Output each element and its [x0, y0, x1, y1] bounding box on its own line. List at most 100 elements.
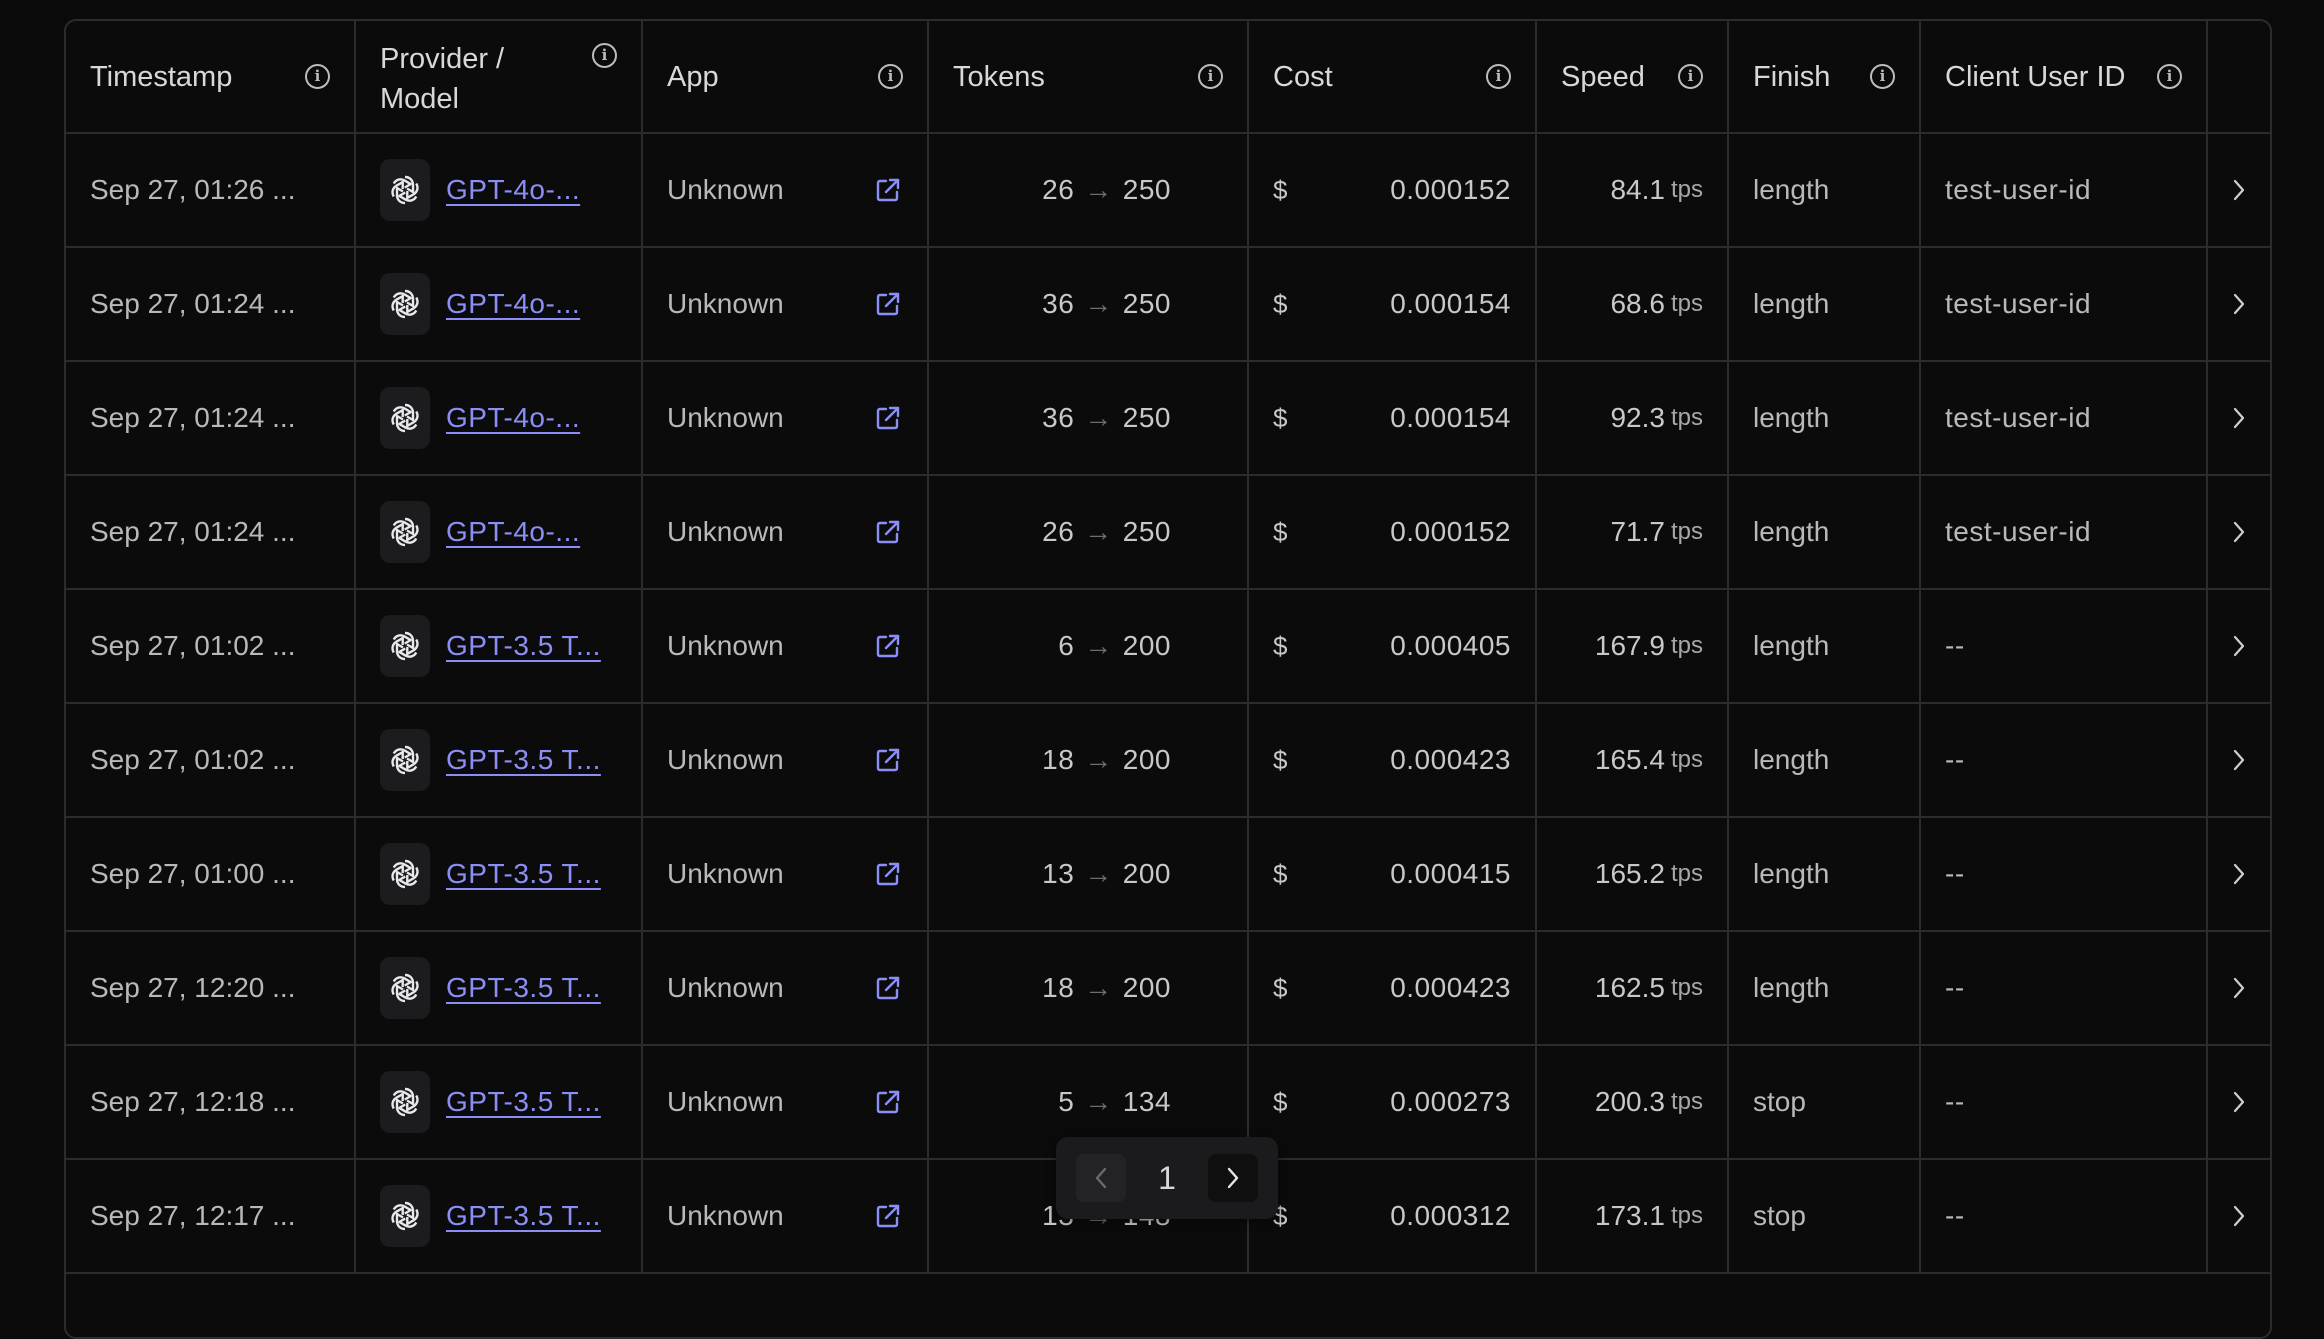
chevron-right-icon[interactable]	[2230, 746, 2248, 774]
info-icon[interactable]: i	[1678, 64, 1703, 89]
speed-value: 165.4	[1594, 744, 1665, 775]
client-cell: test-user-id	[1921, 476, 2208, 588]
currency-symbol: $	[1273, 630, 1288, 661]
chevron-right-icon[interactable]	[2230, 1202, 2248, 1230]
expand-cell[interactable]	[2208, 1046, 2270, 1158]
cost-cell: $0.000423	[1249, 932, 1537, 1044]
header-timestamp[interactable]: Timestamp i	[66, 21, 356, 132]
chevron-right-icon[interactable]	[2230, 1088, 2248, 1116]
expand-cell[interactable]	[2208, 704, 2270, 816]
tokens-in: 13	[1042, 858, 1075, 889]
pagination: 1	[1056, 1137, 1278, 1219]
external-link-icon[interactable]	[873, 403, 903, 433]
info-icon[interactable]: i	[1198, 64, 1223, 89]
expand-cell[interactable]	[2208, 590, 2270, 702]
table-row[interactable]: Sep 27, 01:24 ... GPT-4o-... Unknown 36 → 250…	[66, 248, 2270, 362]
model-link[interactable]: GPT-4o-...	[446, 516, 580, 548]
header-finish[interactable]: Finish i	[1729, 21, 1921, 132]
model-link[interactable]: GPT-3.5 T...	[446, 858, 601, 890]
expand-cell[interactable]	[2208, 818, 2270, 930]
external-link-icon[interactable]	[873, 1201, 903, 1231]
timestamp-cell: Sep 27, 12:17 ...	[66, 1160, 356, 1272]
speed-unit: tps	[1670, 404, 1703, 431]
next-page-button[interactable]	[1207, 1154, 1258, 1202]
info-icon[interactable]: i	[592, 43, 617, 68]
header-tokens[interactable]: Tokens i	[929, 21, 1249, 132]
header-cost[interactable]: Cost i	[1249, 21, 1537, 132]
external-link-icon[interactable]	[873, 1087, 903, 1117]
app-text: Unknown	[667, 858, 784, 889]
timestamp-cell: Sep 27, 01:02 ...	[66, 590, 356, 702]
external-link-icon[interactable]	[873, 859, 903, 889]
external-link-icon[interactable]	[873, 175, 903, 205]
model-link[interactable]: GPT-3.5 T...	[446, 1086, 601, 1118]
openai-logo-icon	[391, 859, 419, 889]
header-model[interactable]: Provider / Model i	[356, 21, 643, 132]
external-link-icon[interactable]	[873, 517, 903, 547]
provider-badge	[380, 273, 430, 335]
table-row[interactable]: Sep 27, 01:02 ... GPT-3.5 T... Unknown 18 → 2…	[66, 704, 2270, 818]
speed-unit: tps	[1670, 974, 1703, 1001]
chevron-right-icon[interactable]	[2230, 860, 2248, 888]
header-speed-label: Speed	[1561, 60, 1645, 93]
chevron-right-icon[interactable]	[2230, 176, 2248, 204]
model-link[interactable]: GPT-4o-...	[446, 288, 580, 320]
expand-cell[interactable]	[2208, 932, 2270, 1044]
finish-text: stop	[1753, 1200, 1806, 1231]
client-cell: --	[1921, 704, 2208, 816]
header-app[interactable]: App i	[643, 21, 929, 132]
chevron-right-icon[interactable]	[2230, 404, 2248, 432]
cost-cell: $0.000423	[1249, 704, 1537, 816]
app-cell: Unknown	[643, 932, 929, 1044]
header-speed[interactable]: Speed i	[1537, 21, 1729, 132]
app-text: Unknown	[667, 1200, 784, 1231]
info-icon[interactable]: i	[1486, 64, 1511, 89]
header-app-label: App	[667, 60, 719, 93]
external-link-icon[interactable]	[873, 973, 903, 1003]
finish-text: length	[1753, 630, 1830, 661]
table-row[interactable]: Sep 27, 01:00 ... GPT-3.5 T... Unknown 13 → 2…	[66, 818, 2270, 932]
expand-cell[interactable]	[2208, 476, 2270, 588]
provider-badge	[380, 501, 430, 563]
expand-cell[interactable]	[2208, 362, 2270, 474]
chevron-right-icon[interactable]	[2230, 290, 2248, 318]
external-link-icon[interactable]	[873, 745, 903, 775]
timestamp-text: Sep 27, 01:24 ...	[90, 288, 296, 319]
current-page: 1	[1158, 1159, 1176, 1196]
prev-page-button[interactable]	[1076, 1154, 1126, 1202]
info-icon[interactable]: i	[878, 64, 903, 89]
table-row[interactable]: Sep 27, 01:24 ... GPT-4o-... Unknown 26 → 250…	[66, 476, 2270, 590]
table-row[interactable]: Sep 27, 01:02 ... GPT-3.5 T... Unknown 6 → 20…	[66, 590, 2270, 704]
chevron-right-icon[interactable]	[2230, 518, 2248, 546]
chevron-right-icon[interactable]	[2230, 632, 2248, 660]
model-link[interactable]: GPT-3.5 T...	[446, 744, 601, 776]
app-cell: Unknown	[643, 704, 929, 816]
app-text: Unknown	[667, 1086, 784, 1117]
model-link[interactable]: GPT-3.5 T...	[446, 630, 601, 662]
expand-cell[interactable]	[2208, 1160, 2270, 1272]
arrow-right-icon: →	[1084, 288, 1113, 319]
info-icon[interactable]: i	[1870, 64, 1895, 89]
model-link[interactable]: GPT-3.5 T...	[446, 972, 601, 1004]
model-link[interactable]: GPT-4o-...	[446, 402, 580, 434]
currency-symbol: $	[1273, 858, 1288, 889]
expand-cell[interactable]	[2208, 248, 2270, 360]
client-text: --	[1945, 630, 1965, 661]
timestamp-text: Sep 27, 01:24 ...	[90, 516, 296, 547]
model-link[interactable]: GPT-3.5 T...	[446, 1200, 601, 1232]
table-row[interactable]: Sep 27, 01:24 ... GPT-4o-... Unknown 36 → 250…	[66, 362, 2270, 476]
timestamp-text: Sep 27, 12:17 ...	[90, 1200, 296, 1231]
table-row[interactable]: Sep 27, 12:20 ... GPT-3.5 T... Unknown 18 → 2…	[66, 932, 2270, 1046]
external-link-icon[interactable]	[873, 631, 903, 661]
tokens-cell: 26 → 250	[929, 134, 1249, 246]
header-client[interactable]: Client User ID i	[1921, 21, 2208, 132]
chevron-right-icon[interactable]	[2230, 974, 2248, 1002]
table-row[interactable]: Sep 27, 01:26 ... GPT-4o-... Unknown 26 → 250…	[66, 134, 2270, 248]
model-cell: GPT-4o-...	[356, 476, 643, 588]
provider-badge	[380, 615, 430, 677]
expand-cell[interactable]	[2208, 134, 2270, 246]
model-link[interactable]: GPT-4o-...	[446, 174, 580, 206]
external-link-icon[interactable]	[873, 289, 903, 319]
info-icon[interactable]: i	[2157, 64, 2182, 89]
info-icon[interactable]: i	[305, 64, 330, 89]
